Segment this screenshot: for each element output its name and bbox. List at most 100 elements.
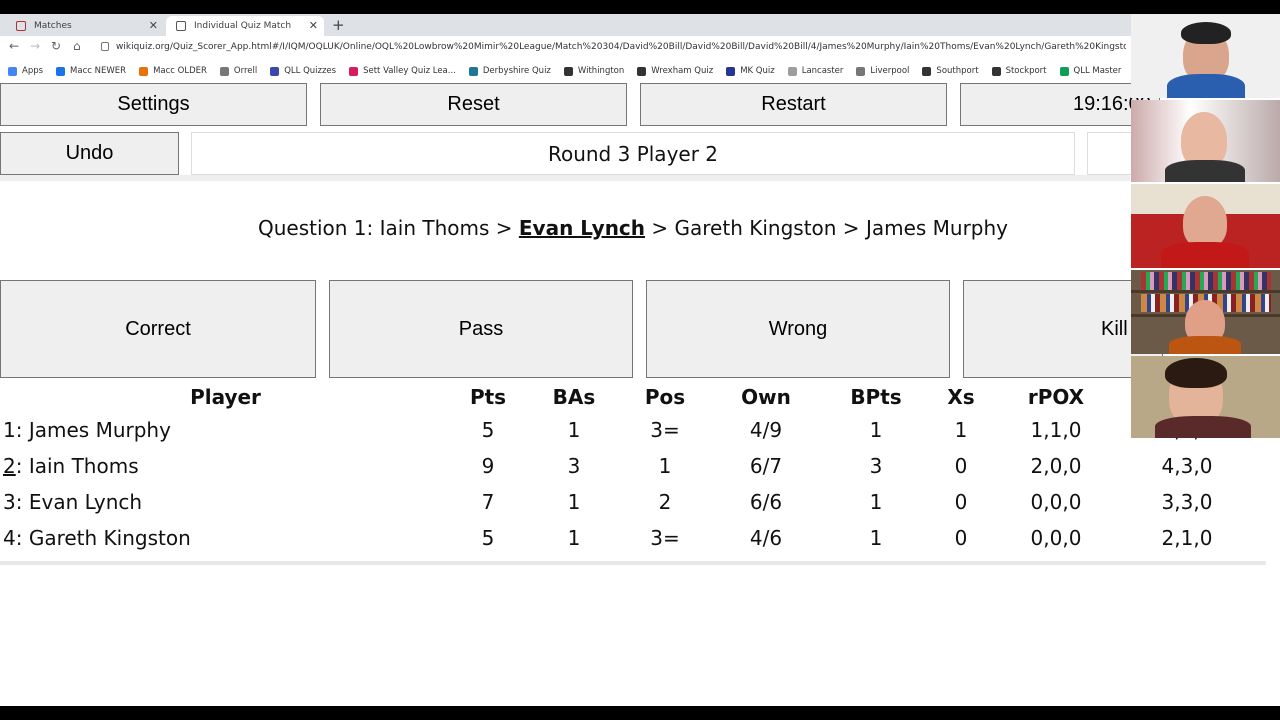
browser-window: Matches ✕ Individual Quiz Match ✕ + ← → … <box>0 14 1280 706</box>
close-icon[interactable]: ✕ <box>309 19 318 32</box>
player-name: Gareth Kingston <box>28 526 191 550</box>
bookmark-1[interactable]: Macc NEWER <box>56 66 126 76</box>
bookmark-favicon-icon <box>349 66 359 76</box>
player-cell: 1: James Murphy <box>3 418 171 442</box>
video-tile-participant-5 <box>1131 356 1280 438</box>
tab-individual-quiz-match[interactable]: Individual Quiz Match ✕ <box>166 16 324 36</box>
col-header-pts: Pts <box>469 385 507 409</box>
player-cell: 3: Evan Lynch <box>3 490 143 514</box>
bookmark-2[interactable]: Macc OLDER <box>139 66 207 76</box>
restart-button[interactable]: Restart <box>640 83 947 126</box>
bookmark-10[interactable]: Lancaster <box>787 66 843 76</box>
col-header-own: Own <box>741 385 791 409</box>
cell-bas: 1 <box>567 526 581 550</box>
cell-pos: 3= <box>650 526 680 550</box>
table-row[interactable]: 1: James Murphy513=4/9111,1,02,1,1 <box>0 412 1254 448</box>
bookmark-4[interactable]: QLL Quizzes <box>270 66 336 76</box>
player-cell: 2: Iain Thoms <box>3 454 139 478</box>
video-tile-participant-4 <box>1131 270 1280 354</box>
cell-own: 4/9 <box>749 418 783 442</box>
cell-xs: 1 <box>954 418 968 442</box>
undo-button[interactable]: Undo <box>0 132 179 175</box>
pass-button[interactable]: Pass <box>329 280 633 378</box>
order-separator: > <box>489 216 519 240</box>
cell-bas: 3 <box>567 454 581 478</box>
site-favicon-icon <box>16 21 26 31</box>
cell-rpox: 2,0,0 <box>1030 454 1082 478</box>
cell-bpts: 1 <box>869 526 883 550</box>
bookmark-favicon-icon <box>856 66 866 76</box>
bookmark-5[interactable]: Sett Valley Quiz Lea... <box>349 66 456 76</box>
url-input[interactable]: wikiquiz.org/Quiz_Scorer_App.html#/I/IQM… <box>116 42 1126 52</box>
tab-matches[interactable]: Matches ✕ <box>6 16 164 36</box>
cell-bpts: 1 <box>869 490 883 514</box>
bookmark-7[interactable]: Withington <box>563 66 624 76</box>
cell-pts: 7 <box>481 490 495 514</box>
close-icon[interactable]: ✕ <box>149 19 158 32</box>
cell-pos: 2 <box>658 490 672 514</box>
divider <box>0 561 1266 565</box>
cell-xs: 0 <box>954 490 968 514</box>
bookmark-3[interactable]: Orrell <box>219 66 257 76</box>
round-indicator: Round 3 Player 2 <box>191 132 1075 175</box>
bookmark-favicon-icon <box>8 66 17 76</box>
player-cell: 4: Gareth Kingston <box>3 526 191 550</box>
cell-pos: 3= <box>650 418 680 442</box>
settings-button[interactable]: Settings <box>0 83 307 126</box>
bookmarks-bar: Apps Macc NEWER Macc OLDER Orrell QLL Quizze… <box>0 62 1280 80</box>
bookmark-9[interactable]: MK Quiz <box>726 66 775 76</box>
order-separator: > <box>836 216 866 240</box>
divider <box>0 175 1130 181</box>
correct-button[interactable]: Correct <box>0 280 316 378</box>
headset-icon <box>1181 22 1231 44</box>
cell-extra: 4,3,0 <box>1161 454 1213 478</box>
bookmark-12[interactable]: Southport <box>922 66 979 76</box>
bookmark-label: Derbyshire Quiz <box>482 66 551 76</box>
reload-icon[interactable]: ↻ <box>51 39 61 53</box>
bookmark-label: Southport <box>936 66 979 76</box>
bookmark-11[interactable]: Liverpool <box>856 66 909 76</box>
table-row[interactable]: 3: Evan Lynch 7 1 2 6/6 1 0 0,0,0 3,3,0 <box>0 484 1254 520</box>
bookmark-label: QLL Quizzes <box>284 66 337 76</box>
lock-icon[interactable] <box>101 42 109 51</box>
clock-button[interactable]: 19:16:00 <box>960 83 1160 126</box>
table-row[interactable]: 2: Iain Thoms 9 3 1 6/7 3 0 2,0,0 4,3,0 <box>0 448 1254 484</box>
bookmark-label: Liverpool <box>870 66 910 76</box>
video-tile-participant-1 <box>1131 14 1280 98</box>
table-header-row: Player Pts BAs Pos Own BPts Xs rPOX <box>0 382 1254 412</box>
player-index: 4 <box>3 526 16 550</box>
cell-extra: 3,3,0 <box>1161 490 1213 514</box>
player-index: 3 <box>3 490 16 514</box>
bookmark-favicon-icon <box>270 66 280 76</box>
bookmark-14[interactable]: QLL Master <box>1059 66 1122 76</box>
scoreboard-table: Player Pts BAs Pos Own BPts Xs rPOX 1: J… <box>0 382 1254 556</box>
bookmark-13[interactable]: Stockport <box>991 66 1047 76</box>
bookmark-0[interactable]: Apps <box>8 66 43 76</box>
bookmark-8[interactable]: Wrexham Quiz <box>637 66 713 76</box>
cell-rpox: 0,0,0 <box>1030 490 1082 514</box>
table-row[interactable]: 4: Gareth Kingston 5 1 3= 4/6 1 0 0,0,0 2,1,0 <box>0 520 1254 556</box>
player-name: Iain Thoms <box>28 454 139 478</box>
bookmark-6[interactable]: Derbyshire Quiz <box>468 66 551 76</box>
back-arrow-icon[interactable]: ← <box>9 39 19 53</box>
cell-bpts: 1 <box>869 418 883 442</box>
bookmark-favicon-icon <box>637 66 647 76</box>
bookmark-favicon-icon <box>563 66 573 76</box>
wrong-button[interactable]: Wrong <box>646 280 950 378</box>
reset-button[interactable]: Reset <box>320 83 627 126</box>
player-index: 2 <box>3 454 16 478</box>
bookmark-label: Wrexham Quiz <box>651 66 714 76</box>
cell-own: 6/7 <box>749 454 783 478</box>
bookmark-favicon-icon <box>56 66 66 76</box>
home-icon[interactable]: ⌂ <box>73 39 81 53</box>
cell-xs: 0 <box>954 454 968 478</box>
question-prefix: Question 1: <box>257 216 380 240</box>
col-header-rpox: rPOX <box>1027 385 1085 409</box>
new-tab-icon[interactable]: + <box>332 16 345 34</box>
site-favicon-icon <box>176 21 186 31</box>
bookmark-label: Stockport <box>1005 66 1047 76</box>
address-bar: ← → ↻ ⌂ wikiquiz.org/Quiz_Scorer_App.htm… <box>0 36 1280 60</box>
forward-arrow-icon[interactable]: → <box>30 39 40 53</box>
bookmark-label: MK Quiz <box>740 66 775 76</box>
bookmark-label: QLL Master <box>1073 66 1122 76</box>
